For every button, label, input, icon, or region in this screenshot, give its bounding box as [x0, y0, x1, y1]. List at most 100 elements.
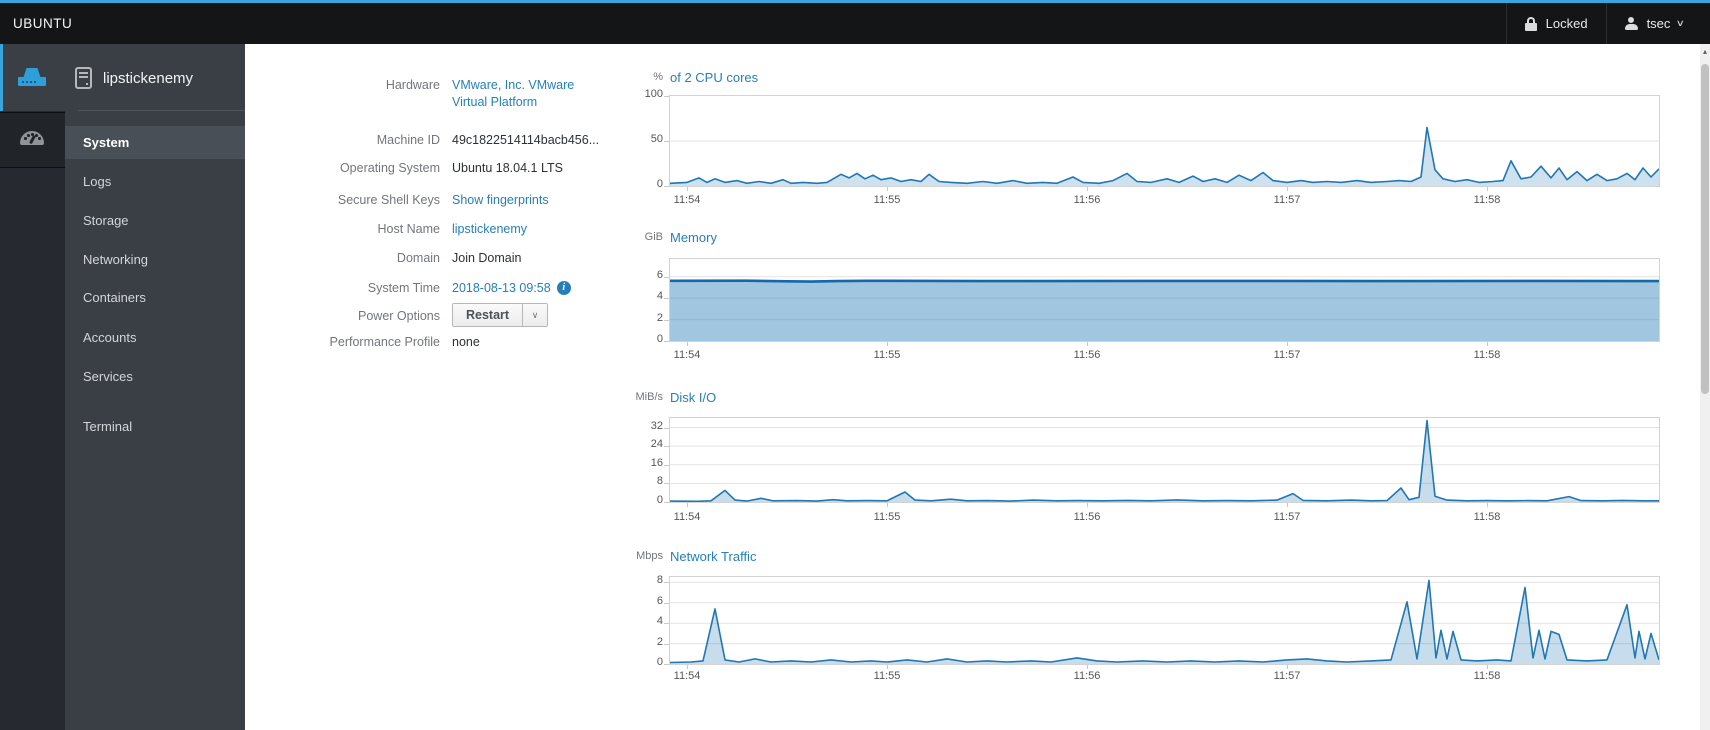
info-row-label: Hardware	[385, 78, 440, 92]
sidebar-item-services[interactable]: Services	[65, 360, 245, 394]
x-tick-mark	[1487, 342, 1488, 346]
page-scrollbar[interactable]: ▴	[1700, 44, 1710, 730]
machine-tab-dashboard[interactable]	[0, 112, 65, 168]
x-tick-label: 11:56	[1073, 511, 1101, 523]
y-tick-mark	[664, 427, 669, 429]
sidebar-item-containers[interactable]: Containers	[65, 281, 245, 315]
y-tick-mark	[664, 582, 669, 584]
chart-title-network[interactable]: Network Traffic	[670, 549, 756, 564]
server-machine-icon	[18, 68, 46, 86]
sidebar-item-networking[interactable]: Networking	[65, 243, 245, 277]
x-tick-label: 11:57	[1273, 670, 1301, 682]
y-tick-label: 8	[656, 475, 663, 488]
chart-canvas-disk-io	[669, 419, 1659, 503]
chart-title-cpu[interactable]: of 2 CPU cores	[670, 70, 758, 85]
y-tick-mark	[664, 186, 669, 187]
user-menu[interactable]: tsec ∨	[1605, 3, 1702, 44]
x-tick-mark	[887, 665, 888, 669]
series-area-cpu-usage-percent	[670, 127, 1659, 186]
info-icon[interactable]: i	[556, 281, 571, 295]
info-row-label: Domain	[396, 251, 440, 265]
info-row-value-link[interactable]: Show fingerprints	[452, 192, 549, 209]
top-bar: UBUNTU Locked tsec ∨	[0, 0, 1710, 44]
x-tick-mark	[1287, 342, 1288, 346]
chart-title-disk-io[interactable]: Disk I/O	[670, 390, 716, 405]
info-row-label: Secure Shell Keys	[337, 193, 440, 207]
y-tick-mark	[664, 446, 669, 448]
info-row: Machine ID 49c1822514114bacb456...	[250, 132, 670, 149]
x-tick-mark	[1087, 503, 1088, 507]
x-tick-mark	[1487, 665, 1488, 669]
power-dropdown-toggle[interactable]: ∨	[522, 304, 548, 326]
x-tick-mark	[1487, 503, 1488, 507]
locked-label: Locked	[1545, 16, 1588, 31]
x-tick-label: 11:55	[873, 194, 901, 206]
x-tick-mark	[887, 503, 888, 507]
x-tick-label: 11:58	[1473, 670, 1501, 682]
y-tick-label: 32	[650, 419, 663, 432]
info-row-label: Operating System	[339, 161, 440, 175]
y-tick-mark	[664, 141, 669, 142]
x-tick-label: 11:56	[1073, 194, 1101, 206]
y-tick-label: 6	[656, 268, 663, 281]
sidebar-divider	[78, 110, 245, 111]
info-row: Operating System Ubuntu 18.04.1 LTS	[250, 160, 670, 177]
y-tick-label: 0	[656, 494, 663, 506]
chevron-down-icon: ∨	[1676, 18, 1686, 28]
series-line-disk-mib-per-s	[669, 419, 1659, 503]
x-tick-mark	[1087, 187, 1088, 191]
machine-tab-server[interactable]	[0, 44, 65, 111]
y-tick-label: 0	[656, 656, 663, 668]
dashboard-gauge-icon	[20, 131, 44, 145]
x-tick-label: 11:56	[1073, 670, 1101, 682]
y-tick-label: 6	[656, 594, 663, 607]
info-row-value-link[interactable]: 2018-08-13 09:58	[452, 280, 551, 297]
chart-unit-label: GiB	[644, 231, 663, 243]
info-row-label: Power Options	[358, 309, 440, 323]
series-area-network-mbps	[670, 580, 1659, 664]
info-row-value-link[interactable]: lipstickenemy	[452, 221, 527, 238]
scroll-up-arrow[interactable]: ▴	[1700, 44, 1710, 60]
restart-button[interactable]: Restart	[453, 304, 523, 326]
scroll-thumb[interactable]	[1701, 64, 1709, 394]
x-tick-mark	[1487, 187, 1488, 191]
x-tick-mark	[1287, 187, 1288, 191]
x-tick-mark	[1287, 503, 1288, 507]
chart-plot-memory	[669, 258, 1660, 342]
sidebar-item-logs[interactable]: Logs	[65, 165, 245, 199]
x-tick-mark	[687, 503, 688, 507]
x-tick-label: 11:54	[673, 511, 701, 523]
lock-icon	[1524, 16, 1537, 31]
info-row-label: System Time	[367, 281, 440, 295]
y-tick-label: 100	[644, 88, 663, 100]
sidebar-item-terminal[interactable]: Terminal	[65, 410, 245, 444]
info-row: Domain Join Domain	[250, 250, 670, 267]
info-row-value-link[interactable]: VMware, Inc. VMware Virtual Platform	[452, 77, 580, 111]
info-row: Secure Shell Keys Show fingerprints	[250, 192, 670, 209]
info-row: Power Options Restart ∨	[250, 303, 670, 330]
x-tick-label: 11:54	[673, 194, 701, 206]
x-tick-label: 11:58	[1473, 194, 1501, 206]
locked-indicator[interactable]: Locked	[1505, 3, 1606, 44]
chart-unit-label: %	[653, 71, 663, 83]
sidebar-item-storage[interactable]: Storage	[65, 204, 245, 238]
power-options-button[interactable]: Restart ∨	[452, 303, 549, 327]
chart-plot-cpu	[669, 95, 1660, 187]
sidebar-item-accounts[interactable]: Accounts	[65, 321, 245, 355]
host-selector[interactable]: lipstickenemy	[65, 58, 245, 98]
x-tick-mark	[887, 187, 888, 191]
x-tick-mark	[687, 187, 688, 191]
y-tick-mark	[664, 96, 669, 97]
y-tick-label: 4	[656, 615, 663, 628]
x-tick-mark	[1287, 665, 1288, 669]
info-row-label: Machine ID	[376, 133, 440, 147]
chart-title-memory[interactable]: Memory	[670, 230, 717, 245]
x-tick-label: 11:55	[873, 670, 901, 682]
x-tick-label: 11:56	[1073, 349, 1101, 361]
x-tick-label: 11:54	[673, 349, 701, 361]
x-tick-label: 11:57	[1273, 194, 1301, 206]
brand-logo: UBUNTU	[13, 16, 73, 31]
info-row-value-link[interactable]: Join Domain	[452, 250, 521, 267]
y-tick-mark	[664, 602, 669, 604]
sidebar-item-system[interactable]: System	[65, 126, 245, 159]
